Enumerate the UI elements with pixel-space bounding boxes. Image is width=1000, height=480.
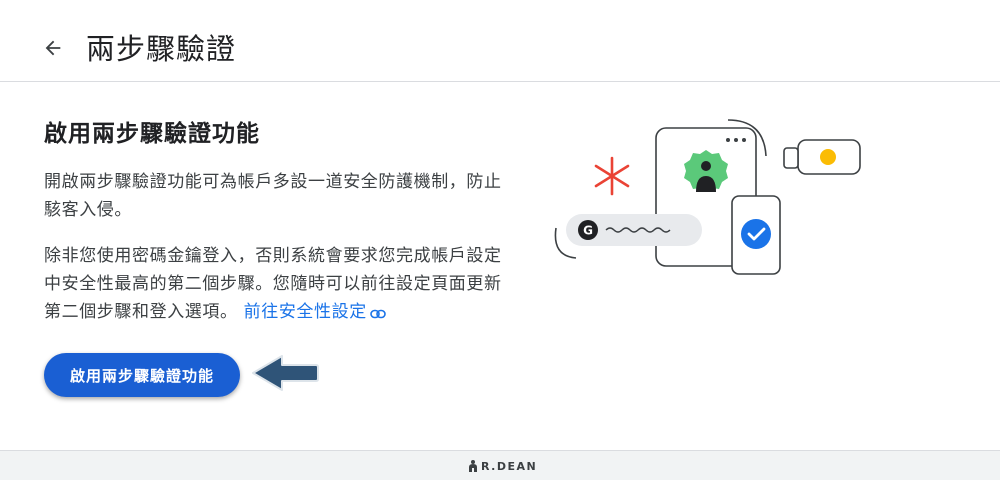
back-button[interactable] (38, 33, 68, 63)
section-title: 啟用兩步驟驗證功能 (44, 121, 260, 147)
arrow-left-icon (45, 40, 61, 56)
link-icon (370, 309, 386, 319)
google-badge-illustration: G (583, 224, 593, 238)
enable-2sv-button[interactable]: 啟用兩步驟驗證功能 (44, 353, 240, 397)
security-settings-link-label: 前往安全性設定 (243, 302, 367, 322)
description-paragraph: 開啟兩步驟驗證功能可為帳戶多設一道安全防護機制，防止駭客入侵。 (44, 172, 502, 220)
header-bar: 兩步驟驗證 (0, 0, 1000, 82)
footer-logo-text: R.DEAN (481, 459, 538, 473)
asterisk-illustration (594, 156, 630, 196)
info-paragraph: 除非您使用密碼金鑰登入，否則系統會要求您完成帳戶設定中安全性最高的第二個步驟。您… (44, 242, 504, 326)
person-logo-icon (469, 460, 477, 472)
pointer-arrow-annotation (252, 355, 319, 391)
footer-bar: R.DEAN (0, 450, 1000, 480)
security-settings-link[interactable]: 前往安全性設定 (244, 302, 386, 322)
two-step-illustration: G (554, 119, 861, 275)
footer-logo: R.DEAN (467, 459, 537, 473)
page-title: 兩步驟驗證 (86, 32, 237, 66)
